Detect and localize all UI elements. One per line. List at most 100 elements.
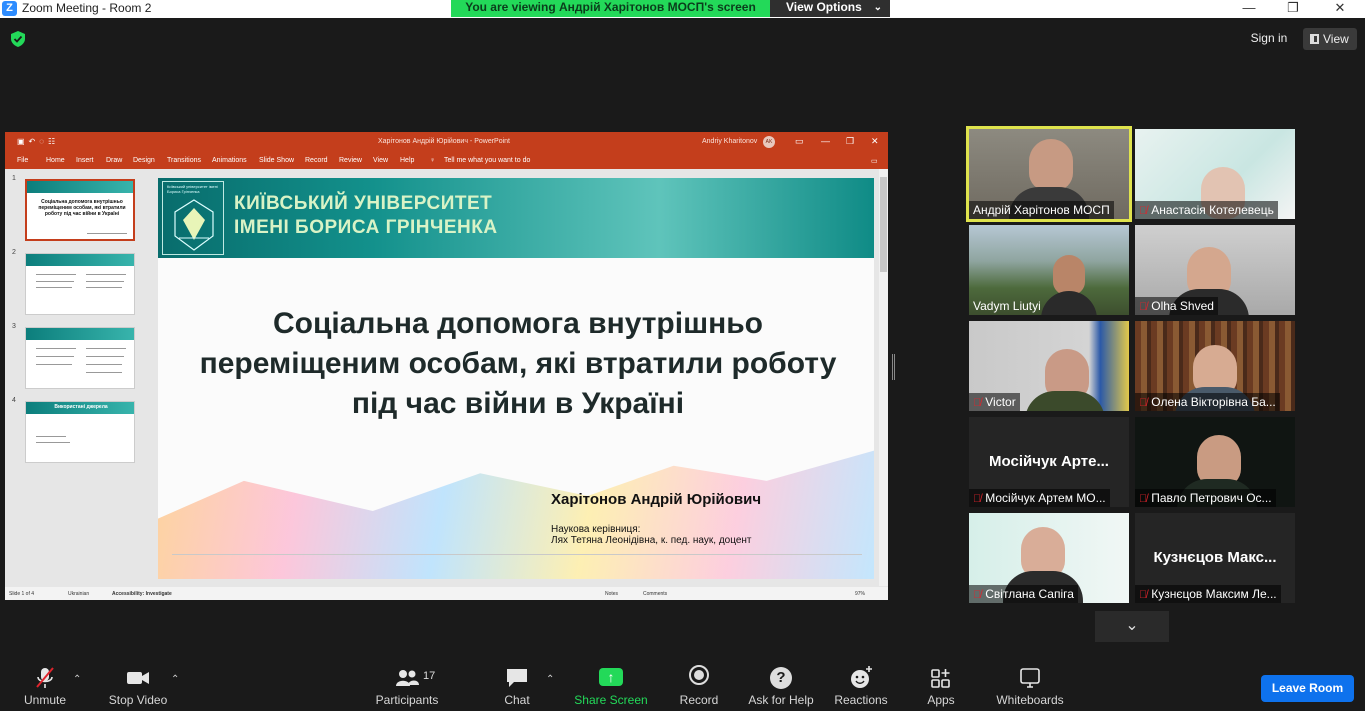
tell-me-text: Tell me what you want to do (444, 157, 531, 164)
shared-screen: ▣↶◌☷ Харітонов Андрій Юрійович - PowerPo… (5, 132, 888, 600)
ppt-titlebar: ▣↶◌☷ Харітонов Андрій Юрійович - PowerPo… (5, 132, 888, 151)
ask-for-help-button[interactable]: ? Ask for Help (745, 665, 817, 707)
muted-mic-icon: 🎙̸ (1139, 589, 1148, 601)
slide-author: Харітонов Андрій Юрійович (551, 491, 762, 508)
view-options-button[interactable]: View Options ⌄ (770, 0, 890, 17)
participants-count: 17 (423, 670, 436, 682)
view-label: View (1323, 32, 1349, 46)
muted-mic-icon: 🎙̸ (973, 589, 982, 601)
ppt-tab: Help (400, 157, 415, 164)
participant-name: 🎙̸ Олена Вікторівна Ба... (1135, 393, 1280, 411)
muted-mic-icon: 🎙̸ (973, 397, 982, 409)
splitter-handle[interactable] (892, 354, 895, 380)
ppt-statusbar: Slide 1 of 4 Ukrainian Accessibility: In… (5, 587, 888, 600)
chat-button[interactable]: Chat (497, 665, 537, 707)
participant-name-text: Павло Петрович Ос... (1151, 491, 1272, 505)
quick-access-icons: ▣↶◌☷ (17, 137, 60, 146)
supervisor-name: Лях Тетяна Леонідівна, к. пед. наук, доц… (551, 535, 752, 546)
participant-tile[interactable]: Кузнєцов Макс... 🎙̸ Кузнєцов Максим Ле... (1135, 513, 1295, 603)
ppt-minimize-icon: — (821, 136, 830, 146)
participant-tile[interactable]: 🎙̸ Олена Вікторівна Ба... (1135, 321, 1295, 411)
participant-tile[interactable]: 🎙̸ Анастасія Котелевець (1135, 129, 1295, 219)
thumb-title: Використані джерела (54, 404, 108, 410)
maximize-button[interactable]: ❐ (1273, 0, 1313, 18)
thumb-line (86, 281, 124, 282)
participant-display-name: Мосійчук Арте... (989, 453, 1109, 470)
university-line-2: ІМЕНІ БОРИСА ГРІНЧЕНКА (234, 217, 498, 238)
participant-name-text: Olha Shved (1151, 299, 1214, 313)
notes-label: Notes (605, 591, 619, 597)
ppt-title: Харітонов Андрій Юрійович - PowerPoint (378, 138, 510, 145)
leave-room-button[interactable]: Leave Room (1261, 675, 1354, 702)
slide-thumb-2 (25, 253, 135, 315)
ppt-ribbon-tabs: File Home Insert Draw Design Transitions… (5, 151, 888, 169)
unmute-button[interactable]: Unmute (16, 665, 74, 707)
participant-tile[interactable]: 🎙̸ Світлана Сапіга (969, 513, 1129, 603)
participant-tile[interactable]: 🎙̸ Victor (969, 321, 1129, 411)
university-line-1: КИЇВСЬКИЙ УНІВЕРСИТЕТ (234, 193, 493, 214)
thumb-title: Соціальна допомога внутрішньо переміщени… (38, 199, 126, 217)
ppt-tab: View (373, 157, 389, 164)
ppt-tab: Slide Show (259, 157, 295, 164)
record-button[interactable]: Record (676, 665, 722, 707)
ppt-restore-icon: ❐ (846, 136, 855, 146)
muted-mic-icon: 🎙̸ (1139, 397, 1148, 409)
stop-video-button[interactable]: Stop Video (104, 665, 172, 707)
ppt-tab: Insert (76, 157, 94, 164)
ppt-tab: Transitions (167, 157, 201, 164)
chat-options-caret-icon[interactable]: ⌃ (546, 674, 554, 685)
security-shield-icon[interactable] (11, 31, 25, 47)
thumb-line (86, 356, 124, 357)
ppt-scrollbar (879, 169, 888, 586)
next-page-chevron-icon[interactable]: ⌄ (1095, 611, 1169, 642)
participant-tile[interactable]: Мосійчук Арте... 🎙̸ Мосійчук Артем МО... (969, 417, 1129, 507)
participant-name: 🎙̸ Victor (969, 393, 1020, 411)
participant-name-text: Світлана Сапіга (985, 587, 1074, 601)
close-button[interactable]: ✕ (1320, 0, 1360, 18)
minimize-button[interactable]: — (1229, 0, 1269, 18)
whiteboards-button[interactable]: Whiteboards (992, 665, 1068, 707)
logo-text: Київський університет імені Бориса Грінч… (167, 184, 218, 194)
record-label: Record (679, 693, 719, 707)
reactions-label: Reactions (834, 693, 888, 707)
participant-tile[interactable]: Андрій Харітонов МОСП (966, 126, 1132, 222)
university-emblem-icon (174, 199, 214, 251)
lightbulb-icon: ♀ (430, 157, 436, 164)
decorative-wave (158, 450, 874, 579)
university-name: КИЇВСЬКИЙ УНІВЕРСИТЕТ ІМЕНІ БОРИСА ГРІНЧ… (234, 192, 498, 240)
slide-title: Соціальна допомога внутрішньо переміщени… (199, 307, 837, 420)
chat-label: Chat (504, 693, 530, 707)
video-options-caret-icon[interactable]: ⌃ (171, 674, 179, 685)
thumb-line (36, 348, 76, 349)
stop-video-label: Stop Video (108, 693, 168, 707)
window-title: Zoom Meeting - Room 2 (22, 1, 152, 15)
reactions-button[interactable]: Reactions (832, 665, 890, 707)
view-button[interactable]: View (1303, 28, 1357, 50)
participant-name: 🎙̸ Мосійчук Артем МО... (969, 489, 1110, 507)
zoom-level: 97% (855, 591, 866, 597)
ppt-tab: Record (305, 157, 328, 164)
participant-tile[interactable]: 🎙̸ Olha Shved (1135, 225, 1295, 315)
current-slide: Київський університет імені Бориса Грінч… (158, 178, 874, 579)
audio-options-caret-icon[interactable]: ⌃ (73, 674, 81, 685)
participant-tile[interactable]: Vadym Liutyi (969, 225, 1129, 315)
ppt-avatar: AK (763, 136, 775, 148)
participant-tile[interactable]: 🎙̸ Павло Петрович Ос... (1135, 417, 1295, 507)
share-arrow-icon: ↑ (572, 665, 650, 691)
supervisor-label: Наукова керівниця: (551, 524, 641, 535)
participants-icon (396, 670, 419, 686)
language: Ukrainian (68, 591, 90, 597)
participant-face (1029, 139, 1073, 191)
participant-name: Андрій Харітонов МОСП (969, 201, 1114, 219)
thumb-line (87, 233, 127, 234)
comment-icon: ▭ (871, 158, 878, 165)
accessibility: Accessibility: Investigate (112, 591, 172, 597)
share-banner: You are viewing Андрій Харітонов МОСП's … (451, 0, 770, 17)
apps-label: Apps (927, 693, 955, 707)
view-grid-icon (1310, 34, 1319, 44)
whiteboard-icon (1020, 668, 1040, 688)
apps-button[interactable]: Apps (922, 665, 960, 707)
share-screen-button[interactable]: ↑ Share Screen (572, 665, 650, 707)
sign-in-button[interactable]: Sign in (1243, 28, 1295, 48)
thumb-line (86, 348, 126, 349)
